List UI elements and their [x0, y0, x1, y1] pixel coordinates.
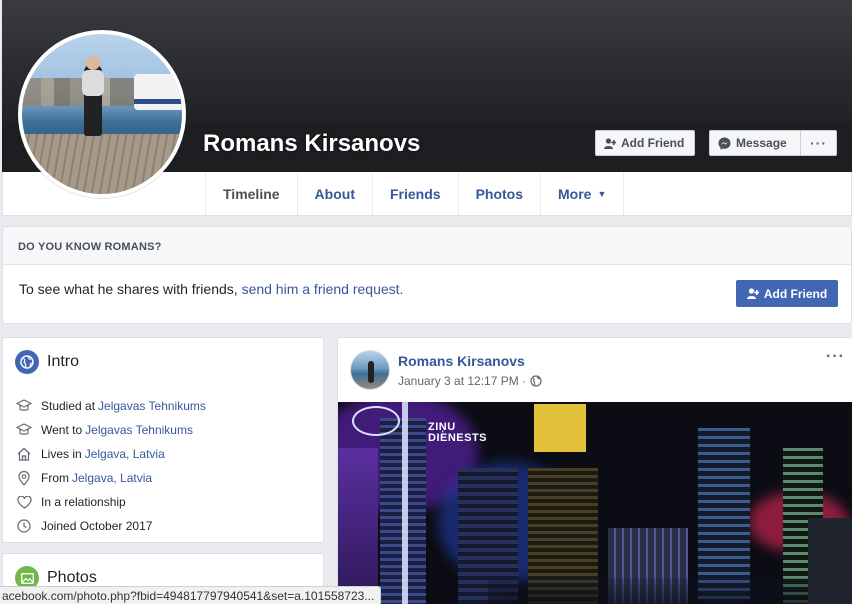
do-you-know-text: To see what he shares with friends, send…	[19, 281, 403, 297]
caret-down-icon: ▼	[597, 188, 607, 199]
intro-list: Studied at Jelgavas Tehnikums Went to Je…	[15, 394, 206, 538]
profile-tabs: Timeline About Friends Photos More ▼	[205, 172, 625, 215]
tab-about[interactable]: About	[296, 172, 372, 215]
do-you-know-card: DO YOU KNOW ROMANS? To see what he share…	[2, 226, 852, 324]
send-friend-request-link[interactable]: send him a friend request.	[242, 281, 404, 297]
add-friend-primary-label: Add Friend	[763, 286, 828, 301]
image-building	[488, 578, 808, 604]
profile-name[interactable]: Romans Kirsanovs	[203, 130, 420, 158]
avatar-person-head	[86, 56, 100, 70]
tab-photos[interactable]: Photos	[457, 172, 540, 215]
image-building	[534, 404, 586, 452]
avatar-dock	[22, 134, 182, 194]
intro-item-studied: Studied at Jelgavas Tehnikums	[15, 394, 206, 418]
image-caption: ZIŅU DIENESTS	[428, 422, 487, 444]
profile-picture-image	[22, 34, 182, 194]
intro-item-link[interactable]: Jelgavas Tehnikums	[98, 399, 206, 413]
add-friend-button[interactable]: Add Friend	[595, 130, 695, 156]
photos-title-label: Photos	[47, 569, 97, 586]
home-icon	[15, 445, 33, 463]
post-image[interactable]: ZIŅU DIENESTS	[338, 402, 852, 604]
graduation-cap-icon	[15, 397, 33, 415]
intro-item-relationship: In a relationship	[15, 490, 206, 514]
intro-item-from: From Jelgava, Latvia	[15, 466, 206, 490]
heart-icon	[15, 493, 33, 511]
tab-more-label: More	[558, 185, 592, 202]
message-button[interactable]: Message	[709, 130, 801, 156]
intro-item-prefix: In a relationship	[41, 495, 126, 509]
post-author-name[interactable]: Romans Kirsanovs	[398, 353, 525, 369]
image-caption-line2: DIENESTS	[428, 432, 488, 444]
tab-timeline[interactable]: Timeline	[205, 172, 297, 215]
add-friend-icon	[604, 137, 616, 149]
post-timestamp[interactable]: January 3 at 12:17 PM ·	[398, 374, 526, 388]
tab-timeline-label: Timeline	[223, 185, 280, 202]
do-you-know-heading: DO YOU KNOW ROMANS?	[3, 227, 851, 265]
intro-item-prefix: Went to	[41, 423, 83, 437]
intro-card: Intro Studied at Jelgavas Tehnikums Went…	[2, 337, 324, 543]
image-building	[338, 448, 378, 604]
add-friend-icon	[746, 288, 759, 299]
profile-picture[interactable]	[18, 30, 186, 198]
add-friend-label: Add Friend	[621, 136, 685, 150]
post-card: Romans Kirsanovs January 3 at 12:17 PM ·…	[337, 337, 852, 604]
post-options-button[interactable]: ···	[826, 348, 845, 366]
public-globe-icon	[530, 375, 542, 387]
post-meta: January 3 at 12:17 PM ·	[398, 374, 542, 388]
post-author-avatar[interactable]	[350, 350, 390, 390]
browser-status-bar: acebook.com/photo.php?fbid=4948177979405…	[0, 586, 382, 604]
intro-item-went-to: Went to Jelgavas Tehnikums	[15, 418, 206, 442]
intro-title: Intro	[15, 350, 79, 374]
tab-friends[interactable]: Friends	[371, 172, 458, 215]
intro-item-prefix: Joined October 2017	[41, 519, 153, 533]
clock-icon	[15, 517, 33, 535]
image-building	[402, 402, 408, 604]
intro-item-link[interactable]: Jelgava, Latvia	[85, 447, 165, 461]
intro-item-link[interactable]: Jelgava, Latvia	[72, 471, 152, 485]
intro-item-prefix: Studied at	[41, 399, 96, 413]
do-you-know-prefix: To see what he shares with friends,	[19, 281, 242, 297]
location-pin-icon	[15, 469, 33, 487]
image-building	[808, 518, 852, 604]
intro-title-label: Intro	[47, 353, 80, 370]
intro-item-joined: Joined October 2017	[15, 514, 206, 538]
more-options-button[interactable]: ···	[800, 130, 837, 156]
intro-item-lives-in: Lives in Jelgava, Latvia	[15, 442, 206, 466]
messenger-icon	[718, 137, 731, 150]
avatar-person-shirt	[82, 70, 104, 96]
intro-item-prefix: Lives in	[41, 447, 82, 461]
add-friend-primary-button[interactable]: Add Friend	[736, 280, 838, 307]
graduation-cap-icon	[15, 421, 33, 439]
intro-item-link[interactable]: Jelgavas Tehnikums	[85, 423, 193, 437]
tab-more[interactable]: More ▼	[540, 172, 625, 215]
tab-friends-label: Friends	[389, 185, 441, 202]
ltv-logo	[352, 406, 400, 436]
message-label: Message	[736, 136, 787, 150]
tab-photos-label: Photos	[475, 185, 524, 202]
globe-icon	[15, 350, 39, 374]
intro-item-prefix: From	[41, 471, 69, 485]
more-options-icon: ···	[810, 135, 827, 151]
tab-about-label: About	[314, 185, 355, 202]
avatar-boat	[134, 74, 182, 110]
